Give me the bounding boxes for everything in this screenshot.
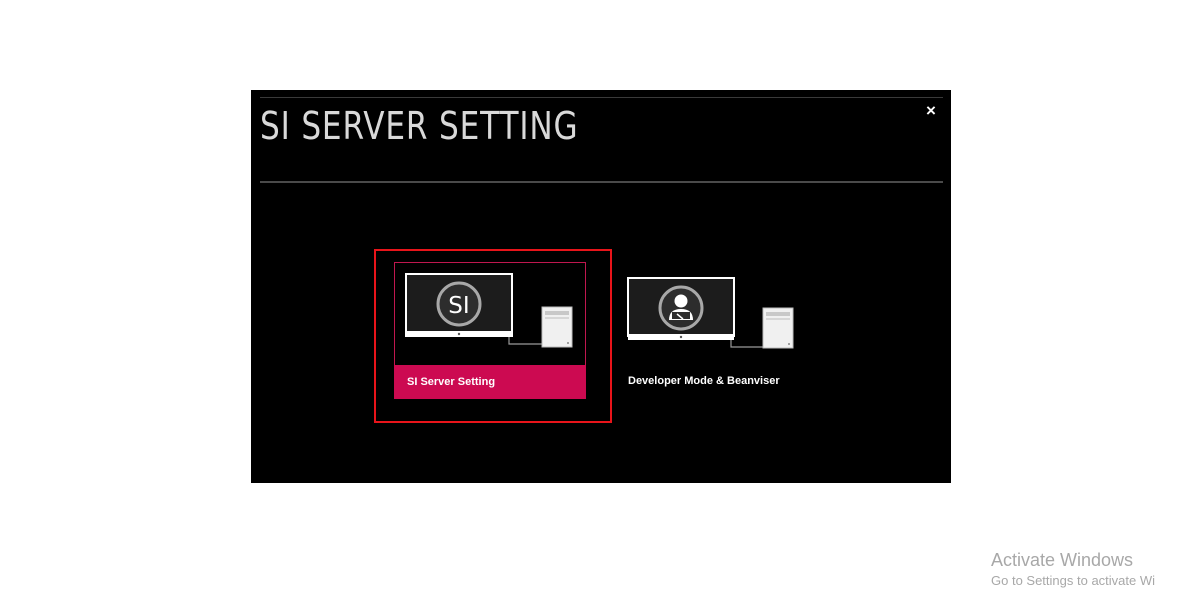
screen: SI SERVER SETTING × SI SI Server Setting… — [0, 0, 1182, 595]
option-si-server-setting[interactable]: SI SI Server Setting — [394, 262, 586, 399]
watermark-subtitle: Go to Settings to activate Wi — [991, 573, 1156, 588]
page-title: SI SERVER SETTING — [260, 104, 579, 148]
si-icon-text: SI — [448, 293, 469, 319]
activate-windows-watermark: Activate Windows Go to Settings to activ… — [991, 549, 1155, 591]
title-divider — [260, 181, 943, 183]
si-server-icon: SI — [405, 273, 573, 348]
top-divider — [260, 97, 943, 98]
option-developer-mode[interactable]: Developer Mode & Beanviser — [617, 262, 809, 398]
close-button[interactable]: × — [922, 102, 940, 120]
si-server-setting-dialog: SI SERVER SETTING × SI SI Server Setting… — [251, 90, 951, 483]
watermark-title: Activate Windows — [991, 550, 1134, 570]
option-label: SI Server Setting — [394, 365, 586, 399]
option-label: Developer Mode & Beanviser — [628, 375, 780, 387]
developer-person-icon — [627, 277, 794, 349]
